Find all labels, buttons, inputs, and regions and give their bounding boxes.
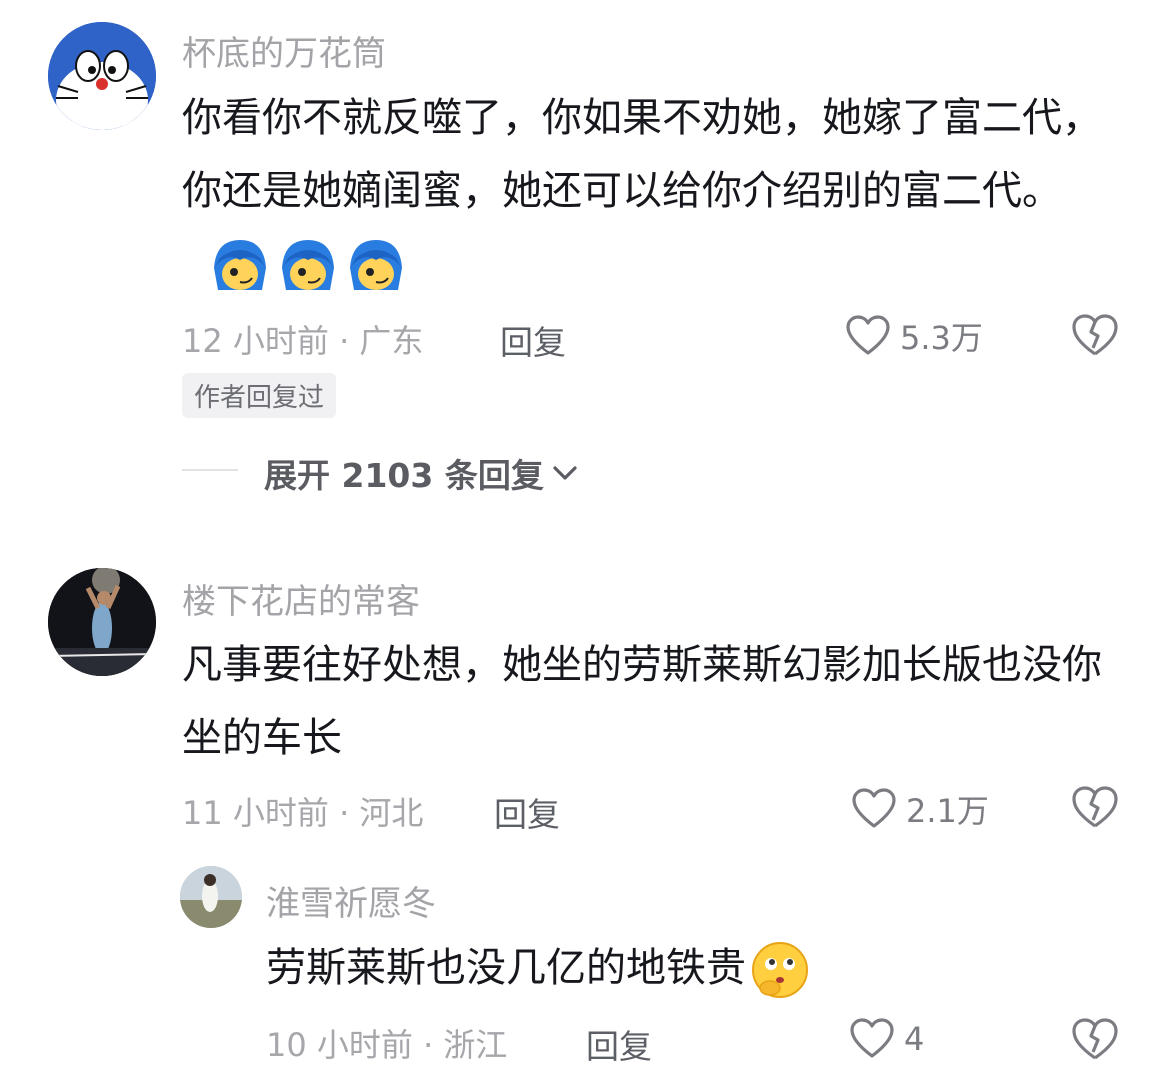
reply-location: 浙江 <box>443 1026 508 1064</box>
reply-meta: 10 小时前 · 浙江 <box>266 1020 507 1066</box>
author-replied-badge: 作者回复过 <box>182 373 337 418</box>
heart-icon <box>850 1018 894 1058</box>
broken-heart-icon <box>1072 1018 1118 1060</box>
reply-text: 劳斯莱斯也没几亿的地铁贵 <box>266 932 1126 1005</box>
dislike-button[interactable] <box>1072 1018 1118 1066</box>
avatar[interactable] <box>48 568 156 676</box>
comment-location: 河北 <box>359 794 424 832</box>
dislike-button[interactable] <box>1072 786 1118 834</box>
doraemon-avatar-icon <box>48 22 156 130</box>
like-count: 2.1万 <box>906 792 989 830</box>
reply-username[interactable]: 淮雪祈愿冬 <box>266 876 436 925</box>
reply-time: 10 小时前 <box>266 1026 413 1064</box>
comment-username[interactable]: 楼下花店的常客 <box>182 574 420 623</box>
avatar[interactable] <box>48 22 156 130</box>
dislike-button[interactable] <box>1072 314 1118 362</box>
comment-text: 你看你不就反噬了，你如果不劝她，她嫁了富二代，你还是她嫡闺蜜，她还可以给你介绍别… <box>182 82 1112 301</box>
basketball-player-avatar-icon <box>48 568 156 676</box>
watermark-overlay <box>928 1022 1170 1078</box>
comment-text-body: 你看你不就反噬了，你如果不劝她，她嫁了富二代，你还是她嫡闺蜜，她还可以给你介绍别… <box>182 95 1102 214</box>
expand-replies-button[interactable]: 展开 2103 条回复 <box>264 449 578 497</box>
reply-text-body: 劳斯莱斯也没几亿的地铁贵 <box>266 945 746 991</box>
comment-meta: 11 小时前 · 河北 <box>182 788 423 834</box>
reply-avatar[interactable] <box>180 866 242 928</box>
expand-divider <box>182 469 238 471</box>
expand-replies-label: 展开 2103 条回复 <box>264 456 544 495</box>
meta-separator: · <box>339 322 350 360</box>
reply-button[interactable]: 回复 <box>586 1020 652 1068</box>
reply-button[interactable]: 回复 <box>500 316 566 364</box>
chevron-down-icon <box>553 466 577 480</box>
blue-hair-smirk-emoji-icon <box>210 238 406 294</box>
comment-text: 凡事要往好处想，她坐的劳斯莱斯幻影加长版也没你坐的车长 <box>182 642 1102 761</box>
like-button[interactable]: 2.1万 <box>852 786 989 832</box>
thinking-face-emoji-icon <box>752 942 808 998</box>
heart-icon <box>852 788 896 828</box>
meta-separator: · <box>339 794 350 832</box>
broken-heart-icon <box>1072 314 1118 356</box>
like-count: 4 <box>904 1020 925 1058</box>
meta-separator: · <box>423 1026 434 1064</box>
comment-location: 广东 <box>359 322 424 360</box>
like-button[interactable]: 5.3万 <box>846 313 983 359</box>
comment-meta: 12 小时前 · 广东 <box>182 316 423 362</box>
like-button[interactable]: 4 <box>850 1018 924 1060</box>
photo-avatar-icon <box>180 866 242 928</box>
broken-heart-icon <box>1072 786 1118 828</box>
comment-time: 12 小时前 <box>182 322 329 360</box>
heart-icon <box>846 315 890 355</box>
comment-time: 11 小时前 <box>182 794 329 832</box>
reply-button[interactable]: 回复 <box>494 788 560 836</box>
like-count: 5.3万 <box>900 319 983 357</box>
comment-username[interactable]: 杯底的万花筒 <box>182 26 386 75</box>
